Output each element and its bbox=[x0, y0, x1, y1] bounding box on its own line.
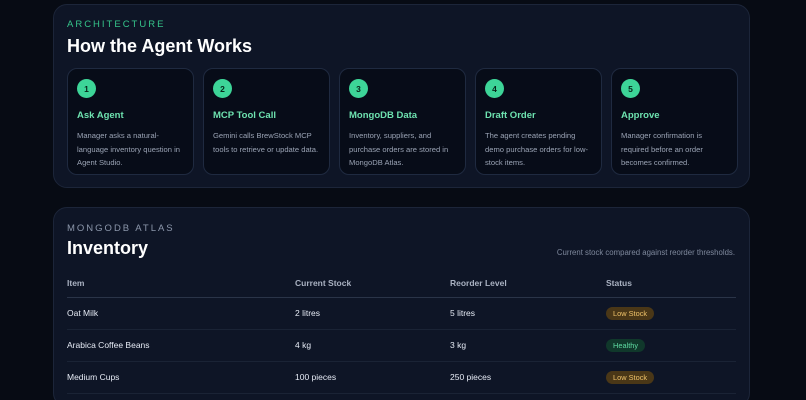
reorder-level-cell: 5 litres bbox=[450, 297, 606, 330]
step-description: Gemini calls BrewStock MCP tools to retr… bbox=[213, 131, 319, 154]
column-header-current-stock: Current Stock bbox=[295, 270, 450, 298]
steps-list: 1 Ask Agent Manager asks a natural-langu… bbox=[67, 68, 738, 175]
step-number-badge: 2 bbox=[213, 79, 232, 98]
status-badge: Low Stock bbox=[606, 306, 655, 320]
table-row[interactable]: Medium Cups 100 pieces 250 pieces Low St… bbox=[67, 361, 736, 394]
current-stock-cell: 4 kg bbox=[295, 329, 450, 362]
reorder-level-cell: 250 pieces bbox=[450, 361, 606, 394]
step-description: Manager confirmation is required before … bbox=[621, 131, 703, 167]
item-name-cell: Arabica Coffee Beans bbox=[67, 329, 295, 362]
step-card-approve: 5 Approve Manager confirmation is requir… bbox=[611, 68, 738, 175]
reorder-level-cell: 3 kg bbox=[450, 329, 606, 362]
column-header-reorder-level: Reorder Level bbox=[450, 270, 606, 298]
step-number-badge: 4 bbox=[485, 79, 504, 98]
step-description: Inventory, suppliers, and purchase order… bbox=[349, 131, 449, 167]
architecture-panel: Architecture How the Agent Works 1 Ask A… bbox=[53, 4, 750, 188]
step-number-badge: 3 bbox=[349, 79, 368, 98]
inventory-table: Item Current Stock Reorder Level Status … bbox=[67, 270, 736, 394]
step-number-badge: 1 bbox=[77, 79, 96, 98]
step-title: Draft Order bbox=[485, 110, 536, 121]
table-row[interactable]: Oat Milk 2 litres 5 litres Low Stock bbox=[67, 297, 736, 330]
step-title: MongoDB Data bbox=[349, 110, 418, 121]
status-cell: Healthy bbox=[606, 329, 736, 362]
step-card-mcp-tool-call: 2 MCP Tool Call Gemini calls BrewStock M… bbox=[203, 68, 330, 175]
item-name-cell: Medium Cups bbox=[67, 361, 295, 394]
step-title: Ask Agent bbox=[77, 110, 124, 121]
current-stock-cell: 2 litres bbox=[295, 297, 450, 330]
step-card-ask-agent: 1 Ask Agent Manager asks a natural-langu… bbox=[67, 68, 194, 175]
step-number-badge: 5 bbox=[621, 79, 640, 98]
status-badge: Low Stock bbox=[606, 370, 655, 384]
inventory-subtitle: Current stock compared against reorder t… bbox=[556, 248, 735, 257]
status-badge: Healthy bbox=[606, 338, 646, 352]
inventory-eyebrow: MongoDB Atlas bbox=[67, 223, 175, 234]
current-stock-cell: 100 pieces bbox=[295, 361, 450, 394]
architecture-eyebrow: Architecture bbox=[67, 19, 166, 30]
status-cell: Low Stock bbox=[606, 361, 736, 394]
step-description: The agent creates pending demo purchase … bbox=[485, 131, 588, 167]
column-header-item: Item bbox=[67, 270, 295, 298]
table-row[interactable]: Arabica Coffee Beans 4 kg 3 kg Healthy bbox=[67, 329, 736, 362]
status-cell: Low Stock bbox=[606, 297, 736, 330]
table-header-row: Item Current Stock Reorder Level Status bbox=[67, 270, 736, 298]
step-description: Manager asks a natural-language inventor… bbox=[77, 131, 181, 167]
inventory-title: Inventory bbox=[67, 238, 149, 258]
step-card-draft-order: 4 Draft Order The agent creates pending … bbox=[475, 68, 602, 175]
column-header-status: Status bbox=[606, 270, 736, 298]
item-name-cell: Oat Milk bbox=[67, 297, 295, 330]
architecture-title: How the Agent Works bbox=[67, 36, 253, 56]
step-title: MCP Tool Call bbox=[213, 110, 276, 121]
step-title: Approve bbox=[621, 110, 660, 121]
inventory-panel: MongoDB Atlas Inventory Current stock co… bbox=[53, 207, 750, 400]
step-card-mongodb-data: 3 MongoDB Data Inventory, suppliers, and… bbox=[339, 68, 466, 175]
